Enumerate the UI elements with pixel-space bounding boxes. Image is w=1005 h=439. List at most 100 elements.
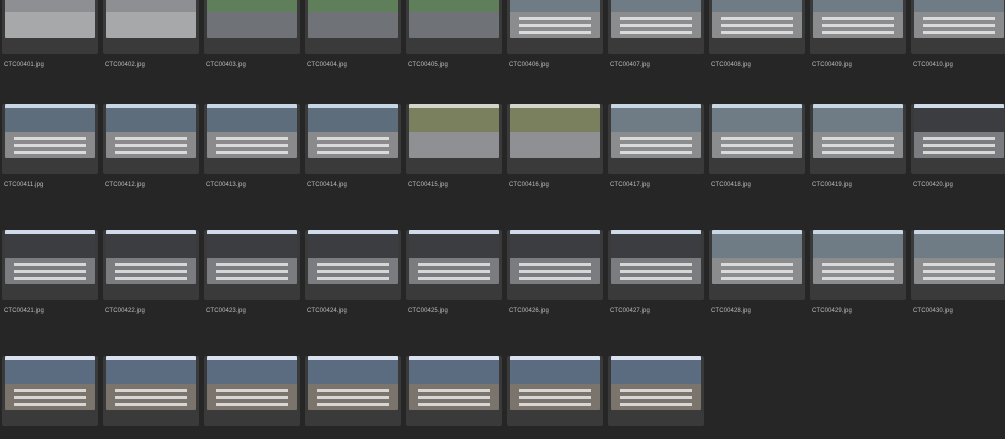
photo-thumbnail[interactable] bbox=[106, 104, 196, 158]
thumbnail-item[interactable]: CTC00413.jpg bbox=[204, 104, 300, 188]
thumbnail-frame[interactable] bbox=[2, 104, 98, 174]
thumbnail-item[interactable]: CTC00425.jpg bbox=[406, 230, 502, 314]
thumbnail-frame[interactable] bbox=[507, 104, 603, 174]
photo-thumbnail[interactable] bbox=[409, 0, 499, 38]
thumbnail-frame[interactable] bbox=[2, 356, 98, 426]
thumbnail-frame[interactable] bbox=[204, 356, 300, 426]
thumbnail-frame[interactable] bbox=[608, 0, 704, 54]
photo-thumbnail[interactable] bbox=[308, 0, 398, 38]
photo-thumbnail[interactable] bbox=[207, 0, 297, 38]
photo-thumbnail[interactable] bbox=[611, 0, 701, 38]
photo-thumbnail[interactable] bbox=[5, 0, 95, 38]
thumbnail-frame[interactable] bbox=[608, 230, 704, 300]
thumbnail-frame[interactable] bbox=[305, 0, 401, 54]
thumbnail-frame[interactable] bbox=[709, 0, 805, 54]
thumbnail-item[interactable]: CTC00406.jpg bbox=[507, 0, 603, 68]
photo-thumbnail[interactable] bbox=[914, 104, 1004, 158]
thumbnail-item[interactable]: CTC00422.jpg bbox=[103, 230, 199, 314]
thumbnail-item[interactable]: CTC00418.jpg bbox=[709, 104, 805, 188]
thumbnail-frame[interactable] bbox=[204, 0, 300, 54]
thumbnail-item[interactable]: CTC00401.jpg bbox=[2, 0, 98, 68]
photo-thumbnail[interactable] bbox=[409, 230, 499, 284]
photo-thumbnail[interactable] bbox=[5, 104, 95, 158]
thumbnail-item[interactable]: CTC00420.jpg bbox=[911, 104, 1005, 188]
photo-thumbnail[interactable] bbox=[308, 356, 398, 410]
thumbnail-frame[interactable] bbox=[507, 356, 603, 426]
photo-thumbnail[interactable] bbox=[914, 230, 1004, 284]
thumbnail-frame[interactable] bbox=[2, 0, 98, 54]
photo-thumbnail[interactable] bbox=[510, 0, 600, 38]
thumbnail-item[interactable]: CTC00405.jpg bbox=[406, 0, 502, 68]
photo-thumbnail[interactable] bbox=[409, 356, 499, 410]
thumbnail-frame[interactable] bbox=[406, 356, 502, 426]
photo-thumbnail[interactable] bbox=[712, 230, 802, 284]
photo-thumbnail[interactable] bbox=[207, 104, 297, 158]
photo-thumbnail[interactable] bbox=[712, 0, 802, 38]
thumbnail-frame[interactable] bbox=[103, 0, 199, 54]
photo-thumbnail[interactable] bbox=[611, 230, 701, 284]
thumbnail-item[interactable] bbox=[507, 356, 603, 426]
thumbnail-item[interactable]: CTC00426.jpg bbox=[507, 230, 603, 314]
thumbnail-item[interactable]: CTC00407.jpg bbox=[608, 0, 704, 68]
thumbnail-item[interactable] bbox=[305, 356, 401, 426]
photo-thumbnail[interactable] bbox=[106, 356, 196, 410]
thumbnail-item[interactable]: CTC00412.jpg bbox=[103, 104, 199, 188]
thumbnail-frame[interactable] bbox=[406, 230, 502, 300]
thumbnail-frame[interactable] bbox=[507, 230, 603, 300]
thumbnail-item[interactable] bbox=[406, 356, 502, 426]
thumbnail-frame[interactable] bbox=[911, 0, 1005, 54]
thumbnail-item[interactable] bbox=[103, 356, 199, 426]
thumbnail-frame[interactable] bbox=[305, 230, 401, 300]
thumbnail-item[interactable]: CTC00424.jpg bbox=[305, 230, 401, 314]
thumbnail-item[interactable] bbox=[608, 356, 704, 426]
thumbnail-item[interactable]: CTC00421.jpg bbox=[2, 230, 98, 314]
thumbnail-item[interactable]: CTC00423.jpg bbox=[204, 230, 300, 314]
photo-thumbnail[interactable] bbox=[611, 104, 701, 158]
photo-thumbnail[interactable] bbox=[510, 104, 600, 158]
photo-thumbnail[interactable] bbox=[409, 104, 499, 158]
thumbnail-item[interactable] bbox=[2, 356, 98, 426]
thumbnail-frame[interactable] bbox=[911, 230, 1005, 300]
thumbnail-item[interactable]: CTC00410.jpg bbox=[911, 0, 1005, 68]
thumbnail-item[interactable]: CTC00409.jpg bbox=[810, 0, 906, 68]
photo-thumbnail[interactable] bbox=[5, 230, 95, 284]
thumbnail-item[interactable]: CTC00404.jpg bbox=[305, 0, 401, 68]
thumbnail-item[interactable] bbox=[204, 356, 300, 426]
thumbnail-frame[interactable] bbox=[911, 104, 1005, 174]
photo-thumbnail[interactable] bbox=[106, 230, 196, 284]
thumbnail-item[interactable]: CTC00403.jpg bbox=[204, 0, 300, 68]
photo-thumbnail[interactable] bbox=[207, 230, 297, 284]
thumbnail-item[interactable]: CTC00402.jpg bbox=[103, 0, 199, 68]
thumbnail-frame[interactable] bbox=[507, 0, 603, 54]
photo-thumbnail[interactable] bbox=[308, 230, 398, 284]
thumbnail-frame[interactable] bbox=[608, 104, 704, 174]
photo-thumbnail[interactable] bbox=[914, 0, 1004, 38]
thumbnail-frame[interactable] bbox=[406, 104, 502, 174]
thumbnail-frame[interactable] bbox=[709, 104, 805, 174]
thumbnail-frame[interactable] bbox=[608, 356, 704, 426]
thumbnail-item[interactable]: CTC00408.jpg bbox=[709, 0, 805, 68]
thumbnail-item[interactable]: CTC00428.jpg bbox=[709, 230, 805, 314]
thumbnail-frame[interactable] bbox=[103, 230, 199, 300]
thumbnail-item[interactable]: CTC00414.jpg bbox=[305, 104, 401, 188]
photo-thumbnail[interactable] bbox=[813, 104, 903, 158]
thumbnail-item[interactable]: CTC00415.jpg bbox=[406, 104, 502, 188]
thumbnail-item[interactable]: CTC00429.jpg bbox=[810, 230, 906, 314]
thumbnail-frame[interactable] bbox=[2, 230, 98, 300]
thumbnail-frame[interactable] bbox=[103, 356, 199, 426]
photo-thumbnail[interactable] bbox=[611, 356, 701, 410]
photo-thumbnail[interactable] bbox=[813, 230, 903, 284]
thumbnail-frame[interactable] bbox=[406, 0, 502, 54]
photo-thumbnail[interactable] bbox=[207, 356, 297, 410]
photo-thumbnail[interactable] bbox=[5, 356, 95, 410]
thumbnail-item[interactable]: CTC00419.jpg bbox=[810, 104, 906, 188]
photo-thumbnail[interactable] bbox=[510, 230, 600, 284]
thumbnail-frame[interactable] bbox=[709, 230, 805, 300]
thumbnail-frame[interactable] bbox=[103, 104, 199, 174]
thumbnail-frame[interactable] bbox=[204, 230, 300, 300]
photo-thumbnail[interactable] bbox=[308, 104, 398, 158]
thumbnail-frame[interactable] bbox=[305, 356, 401, 426]
thumbnail-item[interactable]: CTC00411.jpg bbox=[2, 104, 98, 188]
photo-thumbnail[interactable] bbox=[712, 104, 802, 158]
thumbnail-item[interactable]: CTC00417.jpg bbox=[608, 104, 704, 188]
